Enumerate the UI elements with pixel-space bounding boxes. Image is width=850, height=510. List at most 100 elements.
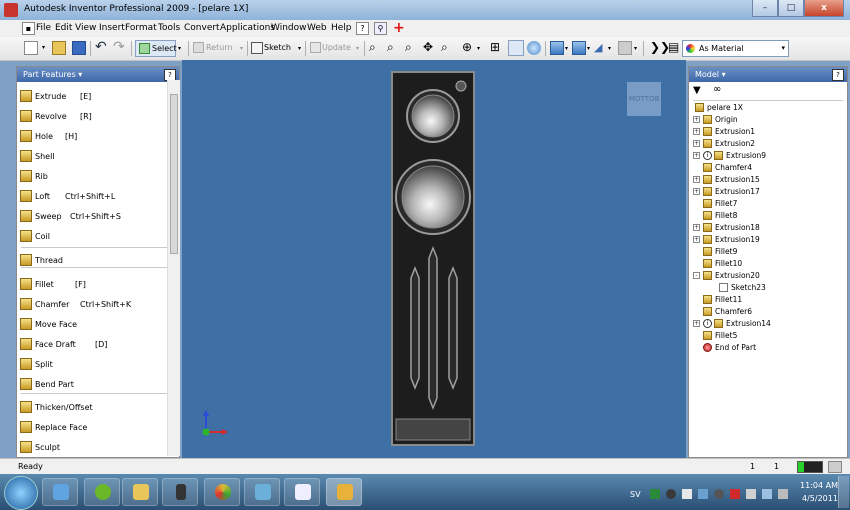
feature-sweep-button[interactable]: Sweep Ctrl+Shift+S (20, 208, 170, 226)
feature-rib-button[interactable]: Rib (20, 168, 170, 186)
tree-node-fillet5[interactable]: Fillet5 (693, 330, 833, 342)
menu-window[interactable]: Window (271, 23, 307, 33)
tree-node-extrusion15[interactable]: + Extrusion15 (693, 174, 833, 186)
feature-face-draft-button[interactable]: Face Draft [D] (20, 336, 170, 354)
new-dropdown-icon[interactable]: ▾ (42, 44, 45, 51)
new-icon[interactable] (24, 41, 38, 55)
section-dropdown-icon[interactable]: ▾ (608, 45, 611, 52)
expand-icon[interactable]: + (693, 140, 700, 147)
section-view-icon[interactable]: ◢ (594, 41, 602, 54)
minimize-button[interactable]: – (752, 0, 778, 17)
feature-hole-button[interactable]: Hole [H] (20, 128, 170, 146)
model-root[interactable]: pelare 1X (693, 102, 833, 114)
zoom-all-icon[interactable]: ⌕ (369, 40, 376, 55)
expand-icon[interactable]: + (693, 116, 700, 123)
display-mode-icon[interactable] (572, 41, 586, 55)
menu-convert[interactable]: Convert (184, 23, 220, 33)
help-icon[interactable]: ? (832, 69, 844, 81)
perspective-dropdown-icon[interactable]: ▾ (634, 45, 637, 52)
feature-move-face-button[interactable]: Move Face (20, 316, 170, 334)
pan-icon[interactable]: ✥ (423, 40, 433, 54)
tree-node-chamfer6[interactable]: Chamfer6 (693, 306, 833, 318)
maximize-button[interactable]: □ (778, 0, 804, 17)
tree-node-extrusion14[interactable]: + i Extrusion14 (693, 318, 833, 330)
tray-icon[interactable] (730, 489, 740, 499)
tree-node-extrusion2[interactable]: + Extrusion2 (693, 138, 833, 150)
menu-edit[interactable]: Edit (55, 23, 72, 33)
expand-icon[interactable]: + (693, 188, 700, 195)
start-button[interactable] (4, 476, 38, 510)
scroll-thumb[interactable] (170, 94, 178, 254)
shaded-display-icon[interactable] (508, 40, 524, 56)
shadow-display-icon[interactable] (527, 41, 541, 55)
menu-format[interactable]: Format (125, 23, 157, 33)
update-button[interactable]: Update (309, 40, 355, 57)
taskbar-chrome[interactable] (204, 478, 240, 506)
orbit-dropdown-icon[interactable]: ▾ (477, 45, 480, 52)
menu-view[interactable]: View (75, 23, 96, 33)
show-desktop-button[interactable] (838, 476, 849, 508)
tree-node-chamfer4[interactable]: Chamfer4 (693, 162, 833, 174)
select-dropdown-icon[interactable]: ▾ (178, 45, 181, 52)
taskbar-phone-app[interactable] (162, 478, 198, 506)
select-button[interactable]: Select (135, 40, 177, 57)
feature-coil-button[interactable]: Coil (20, 228, 170, 246)
feature-bend-part-button[interactable]: Bend Part (20, 376, 170, 394)
view-cube-icon[interactable] (550, 41, 564, 55)
tray-icon[interactable] (682, 489, 692, 499)
network-icon[interactable] (762, 489, 772, 499)
open-icon[interactable] (52, 41, 66, 55)
tree-node-extrusion1[interactable]: + Extrusion1 (693, 126, 833, 138)
graphics-viewport[interactable]: BOTTOM (182, 60, 686, 458)
feature-thicken-offset-button[interactable]: Thicken/Offset (20, 399, 170, 417)
menu-insert[interactable]: Insert (99, 23, 125, 33)
expand-icon[interactable]: + (693, 128, 700, 135)
feature-revolve-button[interactable]: Revolve [R] (20, 108, 170, 126)
taskbar-spotify[interactable] (84, 478, 120, 506)
return-dropdown-icon[interactable]: ▾ (240, 45, 243, 52)
tree-node-fillet11[interactable]: Fillet11 (693, 294, 833, 306)
expand-icon[interactable]: + (693, 320, 700, 327)
tree-node-extrusion9[interactable]: + i Extrusion9 (693, 150, 833, 162)
pin-icon[interactable]: ⚲ (374, 22, 387, 35)
display-mode-dropdown-icon[interactable]: ▾ (587, 45, 590, 52)
left-panel-scrollbar[interactable] (167, 80, 180, 456)
taskbar-windows-explorer[interactable] (122, 478, 158, 506)
print-icon[interactable]: ▤ (668, 40, 679, 54)
tree-node-extrusion18[interactable]: + Extrusion18 (693, 222, 833, 234)
tray-icon[interactable] (698, 489, 708, 499)
tree-node-sketch23[interactable]: Sketch23 (709, 282, 849, 294)
inventor-app-icon[interactable] (4, 3, 18, 17)
return-button[interactable]: Return (192, 40, 242, 57)
close-button[interactable]: x (804, 0, 844, 17)
zoom-window-icon[interactable]: ⌕ (387, 40, 394, 55)
tree-node-fillet9[interactable]: Fillet9 (693, 246, 833, 258)
expand-icon[interactable]: + (693, 152, 700, 159)
taskbar-inventor[interactable] (326, 478, 362, 506)
panel-header[interactable]: Part Features ▾ ? (17, 67, 179, 82)
expand-icon[interactable]: + (693, 176, 700, 183)
menu-help[interactable]: Help (331, 23, 352, 33)
tree-node-end-of-part[interactable]: End of Part (693, 342, 833, 354)
add-red-plus-icon[interactable]: + (393, 20, 405, 36)
help-topics-icon[interactable]: ? (356, 22, 369, 35)
clock-date[interactable]: 4/5/2011 (802, 494, 838, 503)
expand-icon[interactable]: + (693, 224, 700, 231)
feature-replace-face-button[interactable]: Replace Face (20, 419, 170, 437)
tree-node-extrusion19[interactable]: + Extrusion19 (693, 234, 833, 246)
taskbar-image-viewer[interactable] (244, 478, 280, 506)
feature-extrude-button[interactable]: Extrude [E] (20, 88, 170, 106)
view-cube[interactable]: BOTTOM (627, 82, 661, 116)
filter-icon[interactable]: ▼ (693, 85, 701, 96)
collapse-icon[interactable]: - (693, 272, 700, 279)
perspective-icon[interactable] (618, 41, 632, 55)
zoom-selected-icon[interactable]: ⌕ (441, 40, 448, 55)
sketch-dropdown-icon[interactable]: ▾ (298, 45, 301, 52)
sketch-button[interactable]: Sketch (250, 40, 298, 57)
look-at-icon[interactable]: ⊞ (490, 40, 500, 54)
undo-icon[interactable]: ↶ (95, 39, 107, 55)
tree-node-extrusion20[interactable]: - Extrusion20 (693, 270, 833, 282)
taskbar-explorer-switch[interactable] (42, 478, 78, 506)
speaker-model[interactable] (391, 71, 475, 446)
menu-applications[interactable]: Applications (220, 23, 275, 33)
